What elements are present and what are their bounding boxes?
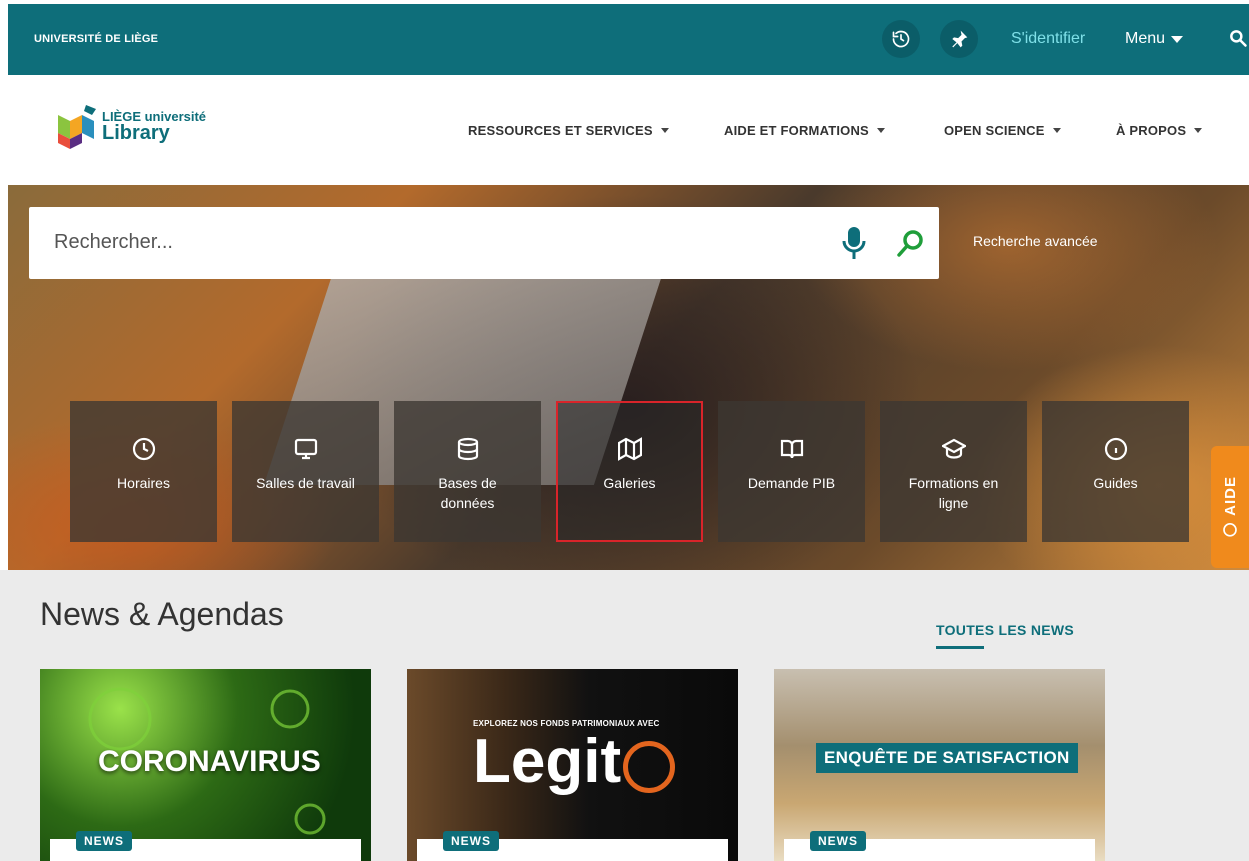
news-card[interactable]: CORONAVIRUS NEWS (40, 669, 371, 861)
caret-down-icon (876, 128, 885, 133)
search-box: Rechercher... (29, 207, 939, 279)
clock-icon (132, 437, 155, 461)
nav-label: AIDE ET FORMATIONS (724, 123, 869, 138)
graduation-cap-icon (941, 438, 966, 459)
history-icon (892, 30, 910, 48)
book-icon (780, 439, 803, 459)
database-icon (457, 437, 478, 461)
top-bar: UNIVERSITÉ DE LIÈGE S'identifier Menu (8, 4, 1249, 75)
news-card-headline: CORONAVIRUS (98, 745, 321, 778)
nav-a-propos[interactable]: À PROPOS (1116, 123, 1203, 138)
pin-button[interactable] (940, 20, 978, 58)
hero-banner: Rechercher... Recherche avancée Horaires… (8, 185, 1249, 570)
tile-guides[interactable]: Guides (1042, 401, 1189, 542)
microphone-icon (842, 227, 866, 259)
help-tab[interactable]: AIDE (1211, 446, 1249, 568)
search-icon (897, 230, 923, 257)
pin-icon (952, 30, 968, 48)
tile-pib[interactable]: Demande PIB (718, 401, 865, 542)
news-badge: NEWS (810, 831, 866, 851)
tile-label: Salles de travail (256, 475, 355, 491)
logo-line2: Library (102, 122, 170, 144)
info-icon (1104, 437, 1127, 461)
caret-down-icon (1194, 128, 1203, 133)
history-button[interactable] (882, 20, 920, 58)
tile-label: Guides (1093, 475, 1138, 491)
menu-toggle[interactable]: Menu (1125, 30, 1184, 48)
tile-salles[interactable]: Salles de travail (232, 401, 379, 542)
map-icon (617, 437, 642, 461)
nav-label: À PROPOS (1116, 123, 1187, 138)
caret-down-icon (1052, 128, 1061, 133)
all-news-underline (936, 646, 984, 649)
main-header: LIÈGE université Library RESSOURCES ET S… (0, 75, 1249, 185)
nav-label: OPEN SCIENCE (944, 123, 1045, 138)
tile-label: Formations en ligne (908, 475, 999, 511)
chat-icon (1223, 523, 1237, 537)
news-badge: NEWS (443, 831, 499, 851)
search-submit-button[interactable] (895, 227, 927, 264)
top-search-button[interactable] (1228, 28, 1248, 53)
caret-down-icon (660, 128, 669, 133)
news-title: News & Agendas (40, 596, 284, 632)
search-input[interactable]: Rechercher... (54, 231, 173, 254)
tile-label: Bases de données (438, 475, 497, 511)
nav-label: RESSOURCES ET SERVICES (468, 123, 653, 138)
help-tab-label: AIDE (1221, 476, 1239, 516)
news-card-headline: ENQUÊTE DE SATISFACTION (816, 743, 1078, 773)
tile-horaires[interactable]: Horaires (70, 401, 217, 542)
news-card[interactable]: ENQUÊTE DE SATISFACTION NEWS (774, 669, 1105, 861)
nav-ressources[interactable]: RESSOURCES ET SERVICES (468, 123, 669, 138)
tile-galeries[interactable]: Galeries (556, 401, 703, 542)
university-link[interactable]: UNIVERSITÉ DE LIÈGE (34, 33, 158, 45)
advanced-search-link[interactable]: Recherche avancée (973, 233, 1098, 249)
tile-label: Demande PIB (747, 475, 836, 491)
logo-mark-icon (56, 105, 96, 149)
monitor-icon (294, 438, 317, 460)
nav-aide[interactable]: AIDE ET FORMATIONS (724, 123, 885, 138)
nav-open-science[interactable]: OPEN SCIENCE (944, 123, 1061, 138)
legito-ring-icon (623, 741, 675, 793)
news-card-headline: Legit (473, 727, 622, 796)
tile-formations[interactable]: Formations en ligne (880, 401, 1027, 542)
login-link[interactable]: S'identifier (1011, 30, 1085, 48)
library-logo[interactable]: LIÈGE université Library (56, 105, 206, 149)
news-card[interactable]: EXPLOREZ NOS FONDS PATRIMONIAUX AVEC Leg… (407, 669, 738, 861)
caret-down-icon (1171, 35, 1184, 43)
search-icon (1230, 30, 1247, 47)
news-badge: NEWS (76, 831, 132, 851)
quick-links: Horaires Salles de travail Bases de donn… (70, 401, 1189, 542)
tile-bases[interactable]: Bases de données (394, 401, 541, 542)
all-news-link[interactable]: TOUTES LES NEWS (936, 622, 1074, 638)
tile-label: Galeries (603, 475, 656, 491)
menu-label: Menu (1125, 30, 1166, 47)
tile-label: Horaires (117, 475, 170, 491)
voice-search-button[interactable] (841, 225, 867, 266)
news-section: News & Agendas TOUTES LES NEWS CORONAVIR… (0, 570, 1249, 861)
